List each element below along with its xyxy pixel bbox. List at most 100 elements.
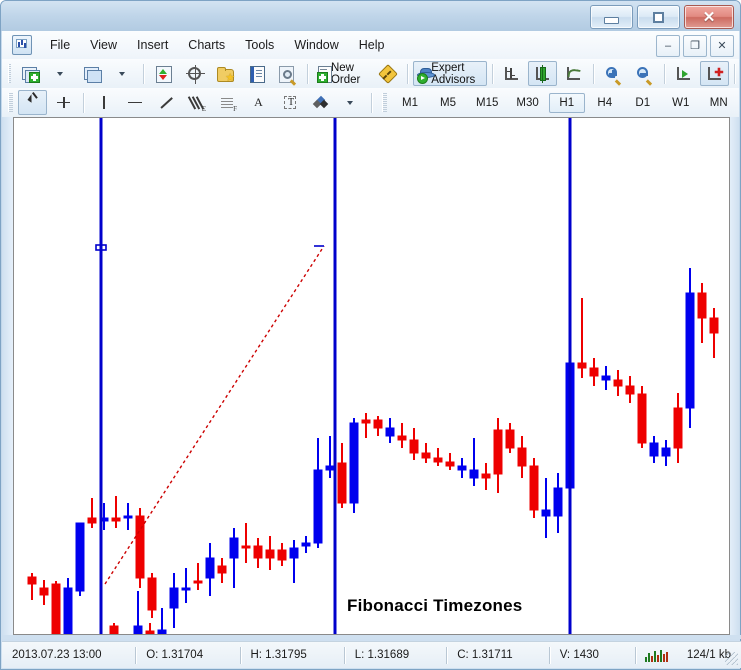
fibonacci-retracement-tool[interactable]: F [213,90,242,115]
menu-help[interactable]: Help [350,34,394,56]
timeframe-h4[interactable]: H4 [587,93,623,113]
selection-handles-layer [95,244,324,251]
candle-body [421,452,431,459]
price-chart[interactable]: Fibonacci Timezones [13,117,730,635]
market-watch-button[interactable] [149,61,178,86]
new-order-button[interactable]: New Order [313,61,372,86]
alerts-button[interactable] [373,61,402,86]
zoom-out-button[interactable] [630,61,659,86]
equidistant-channel-tool[interactable]: E [182,90,211,115]
folder-star-icon: ★ [217,66,235,83]
toolbar-separator [407,63,408,84]
timeframe-m5[interactable]: M5 [430,93,466,113]
timeframe-mn[interactable]: MN [701,93,737,113]
candle-body [385,427,395,437]
new-order-label: New Order [330,61,361,86]
timeframe-grip[interactable] [382,93,387,112]
traffic-bar [662,653,665,662]
resize-grip[interactable] [725,652,738,665]
chart-bottom-rail [2,635,741,639]
new-order-icon [316,65,332,83]
candle-body [51,583,61,634]
candle-body [337,462,347,504]
profiles-button[interactable] [78,61,107,86]
mdi-window-controls: – ❐ ✕ [656,35,734,57]
window-controls: ✕ [590,5,734,29]
timeframe-w1[interactable]: W1 [663,93,699,113]
auto-scroll-button[interactable] [669,61,698,86]
candle-body [529,465,539,511]
candlestick-chart-button[interactable] [528,61,558,86]
toolbar-separator [83,92,84,113]
profiles-dropdown[interactable] [109,61,138,86]
navigator-button[interactable]: ★ [211,61,240,86]
traffic-bar [650,655,653,662]
menu-tools[interactable]: Tools [236,34,283,56]
cursor-tool[interactable] [18,90,47,115]
toolbar-grip[interactable] [8,64,12,83]
candle-body [661,447,671,457]
new-chart-dropdown[interactable] [47,61,76,86]
shapes-dropdown[interactable] [337,90,366,115]
metatrader-window: ✕ File View Insert Charts Tools Window H… [0,0,741,670]
chart-shift-button[interactable]: ✚ [700,61,730,86]
line-chart-button[interactable] [559,61,588,86]
expert-advisor-hat-icon [416,66,435,84]
timeframe-d1[interactable]: D1 [625,93,661,113]
zoom-in-button[interactable] [599,61,628,86]
candle-body [63,587,73,634]
crosshair-tool[interactable] [49,90,78,115]
traffic-bar [659,649,662,662]
traffic-bar [644,656,647,662]
timeframe-h1[interactable]: H1 [548,92,585,113]
menu-insert[interactable]: Insert [128,34,177,56]
status-datetime: 2013.07.23 13:00 [12,649,102,661]
candle-body [349,422,359,504]
candle-body [649,442,659,457]
trendline[interactable] [104,245,325,585]
candle-body [469,469,479,479]
timeframe-m30[interactable]: M30 [508,93,546,113]
text-label-tool[interactable] [275,90,304,115]
expert-advisors-button[interactable]: Expert Advisors [412,61,487,86]
terminal-button[interactable] [242,61,271,86]
minimize-icon [604,16,619,24]
mdi-minimize-button[interactable]: – [656,35,680,57]
timeframe-m1[interactable]: M1 [392,93,428,113]
bar-chart-button[interactable] [497,61,526,86]
candlestick-chart-canvas[interactable] [14,118,729,634]
trendline-tool[interactable] [151,90,180,115]
candle-body [109,625,119,634]
new-chart-button[interactable] [16,61,45,86]
window-minimize-button[interactable] [590,5,633,29]
candle-body [601,375,611,381]
warning-diamond-icon [378,63,399,84]
mdi-close-button[interactable]: ✕ [710,35,734,57]
data-window-button[interactable] [180,61,209,86]
text-tool[interactable]: A [244,90,273,115]
candle-body [409,439,419,454]
chart-shift-icon: ✚ [706,66,724,82]
menu-window[interactable]: Window [285,34,347,56]
menu-view[interactable]: View [81,34,126,56]
chart-left-rail [2,117,13,635]
toolbar-separator [663,63,665,84]
window-close-button[interactable]: ✕ [684,5,734,29]
traffic-bar [653,650,656,662]
profiles-icon [84,66,103,83]
vertical-line-tool[interactable] [89,90,118,115]
timeframe-m15[interactable]: M15 [468,93,506,113]
mdi-restore-button[interactable]: ❐ [683,35,707,57]
candle-body [205,557,215,579]
menu-bar: File View Insert Charts Tools Window Hel… [2,31,739,60]
window-restore-button[interactable] [637,5,680,29]
menu-charts[interactable]: Charts [179,34,234,56]
status-open: O: 1.31704 [146,649,204,661]
menu-file[interactable]: File [41,34,79,56]
shapes-tool[interactable] [306,90,335,115]
title-bar: ✕ [1,1,740,31]
toolbar-grip[interactable] [8,93,13,112]
horizontal-line-tool[interactable] [120,90,149,115]
candle-body [229,537,239,559]
strategy-tester-button[interactable] [273,61,302,86]
